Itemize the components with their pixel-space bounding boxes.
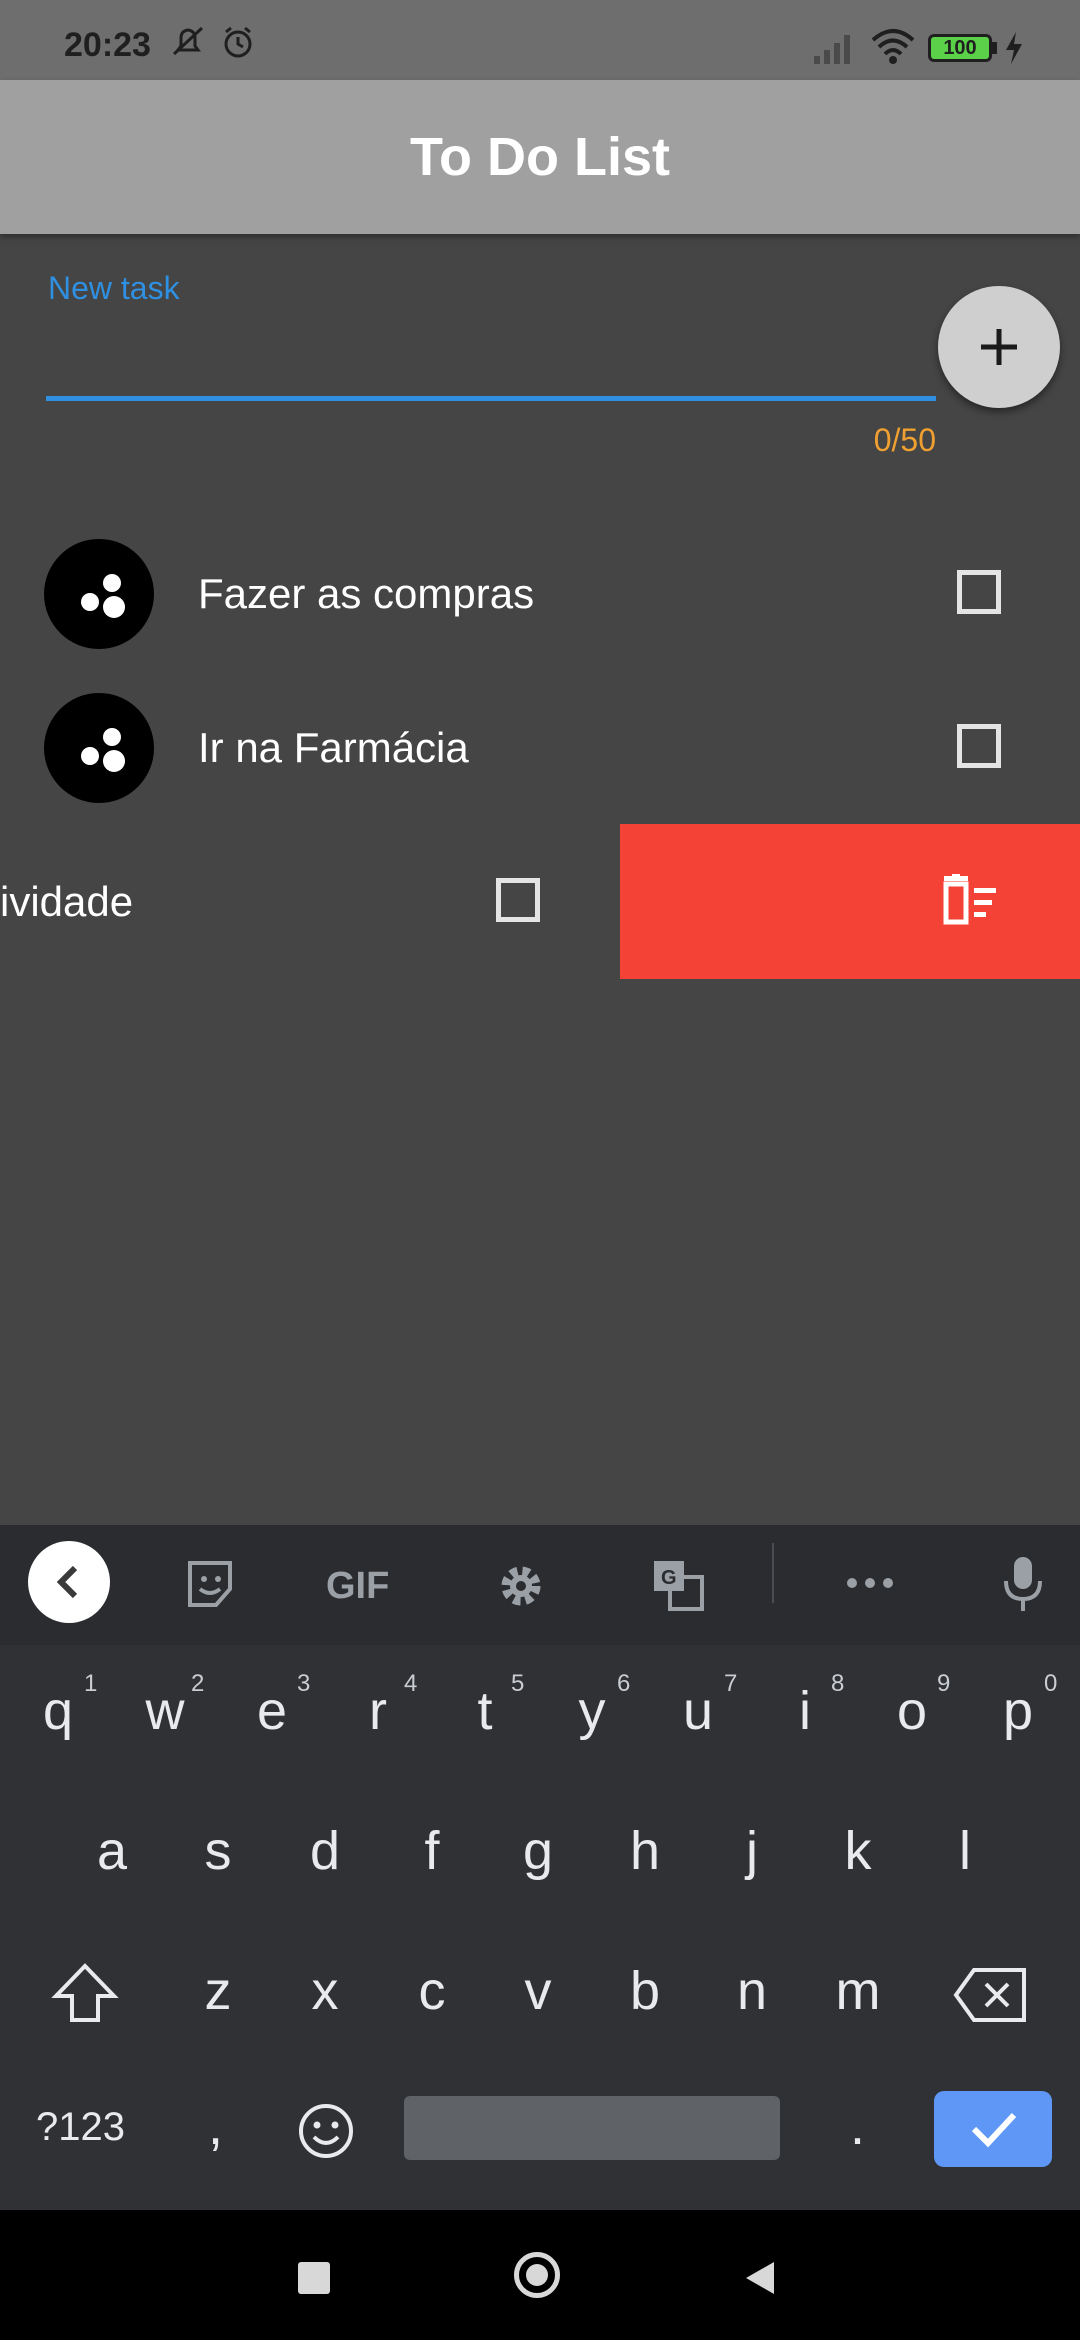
alarm-icon: [224, 26, 252, 58]
status-time: 20:23: [64, 26, 151, 64]
settings-icon[interactable]: [496, 1561, 546, 1611]
dots-icon: [81, 728, 125, 772]
key-v[interactable]: v: [488, 1960, 588, 2022]
key-g[interactable]: g: [488, 1820, 588, 1882]
mic-icon[interactable]: [1000, 1555, 1046, 1615]
key-c[interactable]: c: [382, 1960, 482, 2022]
swipe-delete-background[interactable]: [620, 824, 1080, 979]
list-item[interactable]: Fazer as compras: [0, 530, 1080, 658]
symbols-key[interactable]: ?123: [36, 2105, 125, 2150]
avatar: [44, 539, 154, 649]
key-j[interactable]: j: [702, 1820, 802, 1882]
key-hint: 8: [831, 1670, 845, 1697]
char-counter: 0/50: [873, 422, 936, 458]
wifi-icon: [871, 29, 915, 64]
translate-icon[interactable]: G: [652, 1559, 704, 1611]
more-icon[interactable]: [844, 1575, 896, 1591]
key-hint: 5: [511, 1670, 525, 1697]
key-a[interactable]: a: [62, 1820, 162, 1882]
task-checkbox[interactable]: [957, 570, 1001, 614]
key-f[interactable]: f: [382, 1820, 482, 1882]
key-hint: 7: [724, 1670, 738, 1697]
back-icon[interactable]: [28, 1541, 110, 1623]
key-l[interactable]: l: [915, 1820, 1015, 1882]
enter-button[interactable]: [934, 2091, 1052, 2167]
back-nav-icon[interactable]: [742, 2258, 778, 2298]
plus-icon: [981, 329, 1017, 365]
emoji-icon[interactable]: [296, 2101, 356, 2161]
charging-icon: [1006, 32, 1022, 64]
battery-icon: 100: [928, 34, 992, 62]
add-task-button[interactable]: [938, 286, 1060, 408]
keyboard-toolbar: GIF G: [0, 1525, 1080, 1645]
key-hint: 6: [617, 1670, 631, 1697]
keyboard-row-2: a s d f g h j k l: [0, 1820, 1080, 1920]
battery-tip: [992, 42, 997, 54]
toolbar-divider: [772, 1543, 774, 1603]
key-hint: 9: [937, 1670, 951, 1697]
status-bar: 20:23 100: [0, 0, 1080, 80]
navigation-bar: [0, 2210, 1080, 2340]
key-x[interactable]: x: [275, 1960, 375, 2022]
svg-text:G: G: [661, 1567, 677, 1589]
key-hint: 0: [1044, 1670, 1058, 1697]
keyboard-row-1: q w e r t y u i o p 1 2 3 4 5 6 7 8 9 0: [0, 1670, 1080, 1780]
keyboard-row-4: ?123 , .: [0, 2091, 1080, 2175]
delete-sweep-icon: [943, 874, 996, 925]
key-b[interactable]: b: [595, 1960, 695, 2022]
battery-level: 100: [943, 37, 977, 59]
task-text: Fazer as compras: [198, 570, 535, 617]
comma-key[interactable]: ,: [208, 2095, 223, 2157]
dots-icon: [81, 574, 125, 618]
gif-button[interactable]: GIF: [326, 1565, 389, 1608]
task-text: Ir na Farmácia: [198, 724, 469, 771]
mute-icon: [172, 26, 204, 56]
key-h[interactable]: h: [595, 1820, 695, 1882]
list-item-swiped[interactable]: ividade: [0, 838, 620, 966]
shift-icon[interactable]: [50, 1960, 120, 2030]
signal-icon: [814, 35, 850, 64]
check-icon: [971, 2112, 1017, 2148]
key-z[interactable]: z: [168, 1960, 268, 2022]
key-hint: 3: [297, 1670, 311, 1697]
task-checkbox[interactable]: [496, 878, 540, 922]
key-m[interactable]: m: [808, 1960, 908, 2022]
keyboard-row-3: z x c v b n m: [0, 1960, 1080, 2060]
new-task-input[interactable]: [46, 300, 940, 398]
home-icon[interactable]: [514, 2252, 560, 2298]
key-n[interactable]: n: [702, 1960, 802, 2022]
recents-icon[interactable]: [298, 2262, 330, 2294]
key-d[interactable]: d: [275, 1820, 375, 1882]
backspace-icon[interactable]: [952, 1966, 1028, 2024]
key-k[interactable]: k: [808, 1820, 908, 1882]
key-hint: 4: [404, 1670, 418, 1697]
period-key[interactable]: .: [850, 2095, 865, 2157]
task-checkbox[interactable]: [957, 724, 1001, 768]
space-key[interactable]: [404, 2096, 780, 2160]
app-bar: To Do List: [0, 80, 1080, 234]
key-hint: 2: [191, 1670, 205, 1697]
input-underline: [46, 396, 936, 401]
list-item[interactable]: Ir na Farmácia: [0, 684, 1080, 812]
sticker-icon[interactable]: [186, 1559, 236, 1609]
page-title: To Do List: [410, 127, 670, 187]
task-text: ividade: [0, 878, 134, 925]
key-hint: 1: [84, 1670, 98, 1697]
key-s[interactable]: s: [168, 1820, 268, 1882]
avatar: [44, 693, 154, 803]
